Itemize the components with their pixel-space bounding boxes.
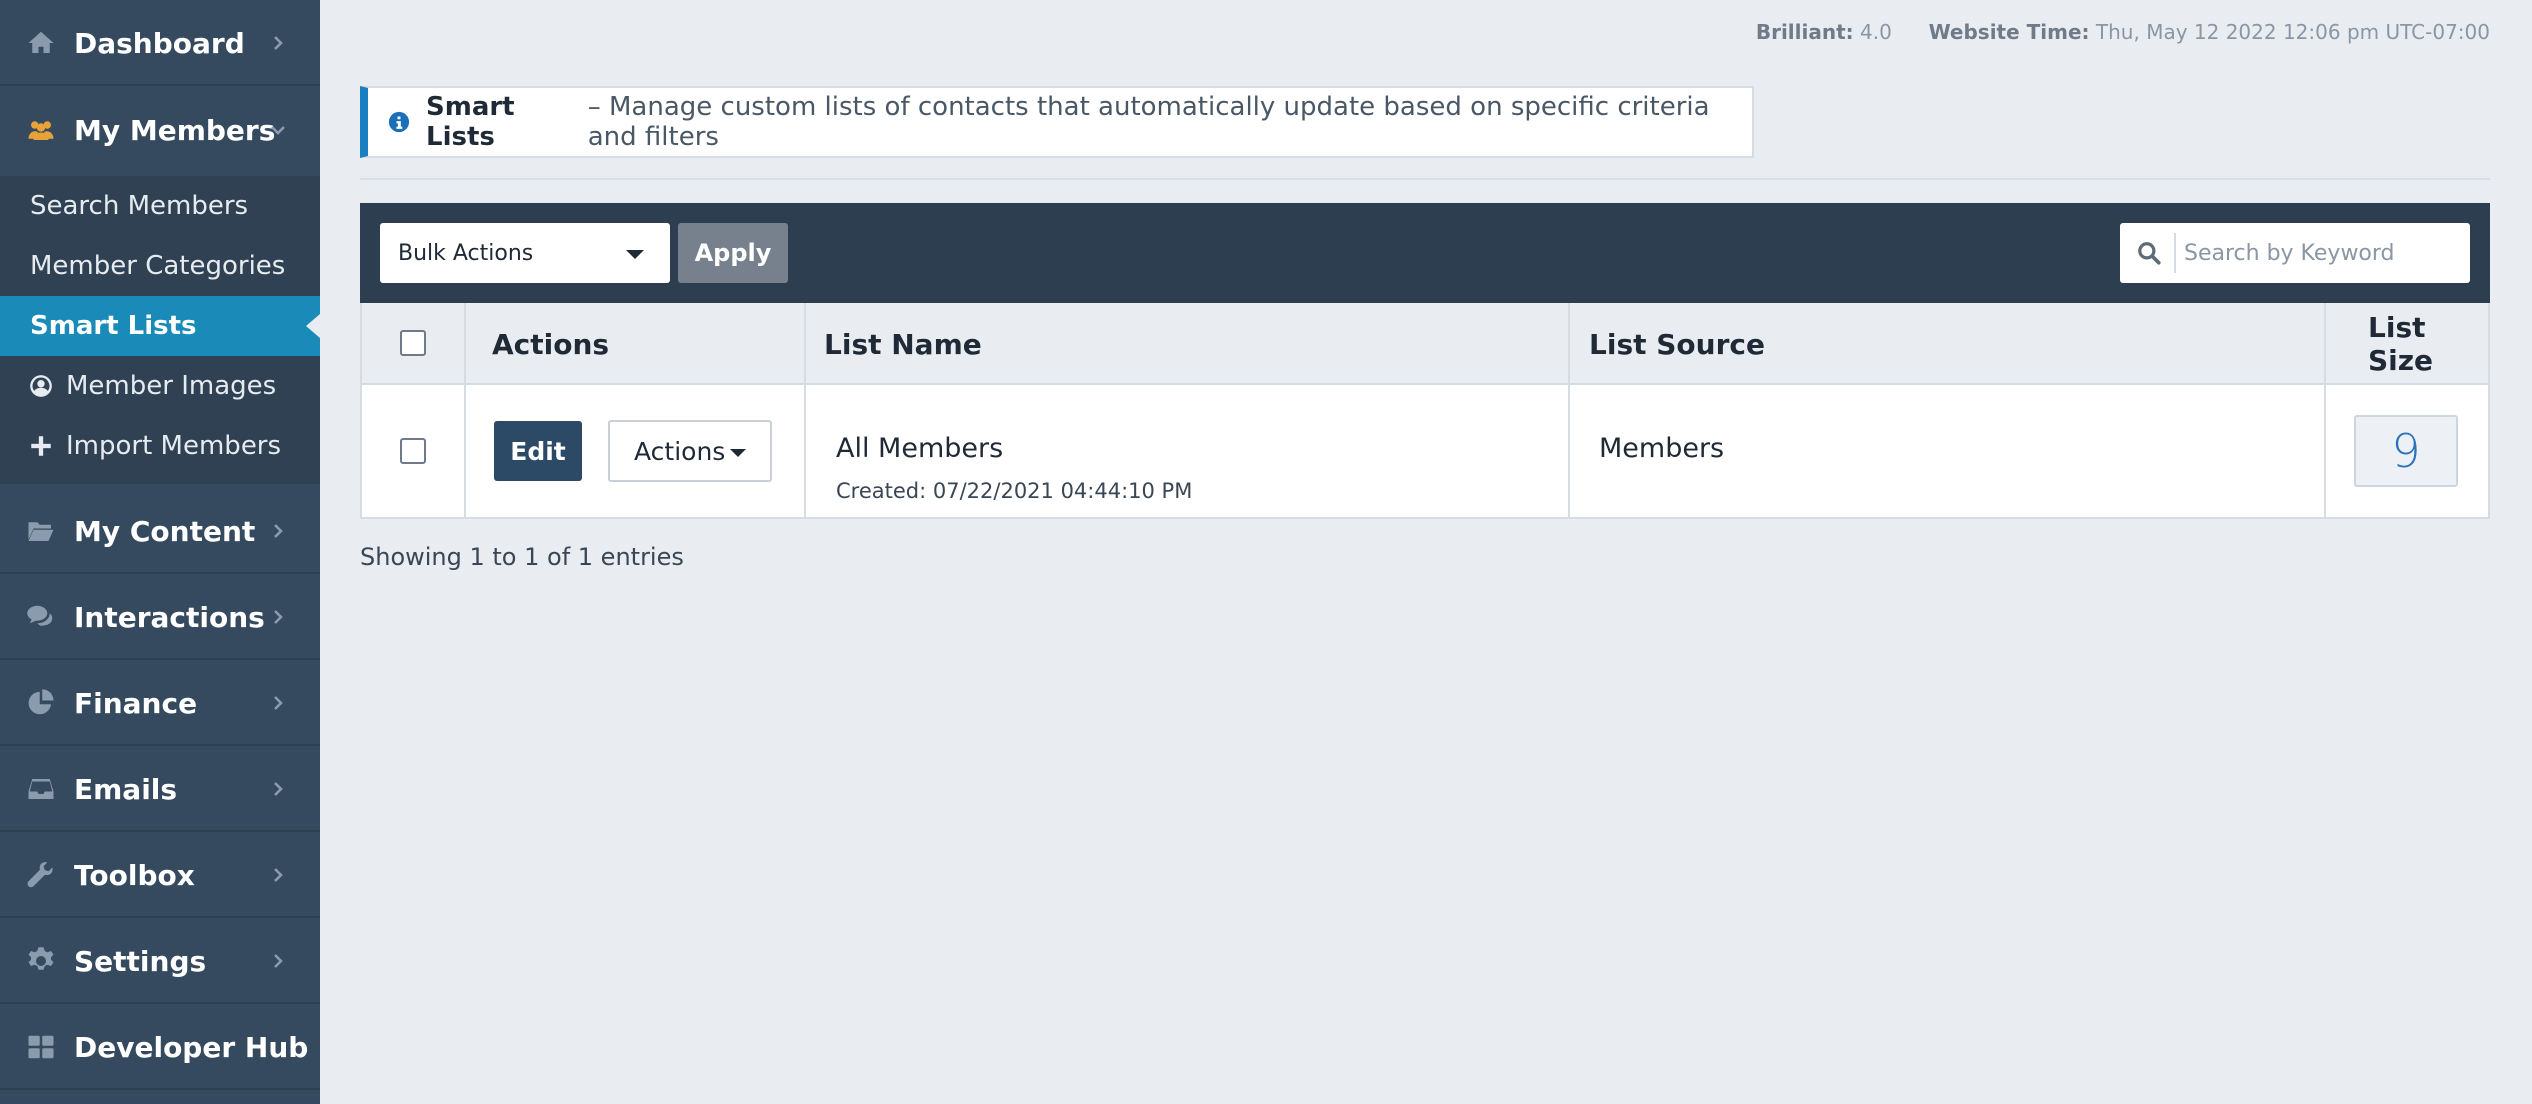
nav-label: My Members xyxy=(74,113,276,147)
sub-item-label: Search Members xyxy=(30,191,249,221)
column-header-actions: Actions xyxy=(492,327,610,361)
sub-item-member-images[interactable]: Member Images xyxy=(0,356,320,416)
search-box xyxy=(2120,223,2470,283)
sub-item-label: Member Images xyxy=(66,371,277,401)
nav-item-toolbox[interactable]: Toolbox xyxy=(0,834,320,918)
nav-item-interactions[interactable]: Interactions xyxy=(0,576,320,660)
list-size-badge[interactable]: 9 xyxy=(2354,415,2458,487)
banner-title: Smart Lists xyxy=(426,92,515,152)
nav-item-settings[interactable]: Settings xyxy=(0,920,320,1004)
chevron-right-icon xyxy=(268,865,288,885)
sub-item-search-members[interactable]: Search Members xyxy=(0,176,320,236)
folder-icon xyxy=(26,516,56,546)
chevron-right-icon xyxy=(268,951,288,971)
nav-item-my-content[interactable]: My Content xyxy=(0,490,320,574)
select-all-checkbox[interactable] xyxy=(400,330,426,356)
comments-icon xyxy=(26,602,56,632)
row-actions-label: Actions xyxy=(634,436,726,466)
smart-lists-table: Actions List Name List Source List Size … xyxy=(360,303,2490,519)
divider xyxy=(360,178,2490,180)
nav-item-my-members[interactable]: My Members xyxy=(0,88,320,172)
entries-info: Showing 1 to 1 of 1 entries xyxy=(360,543,684,571)
search-icon xyxy=(2136,240,2162,266)
table-toolbar: Bulk Actions Apply xyxy=(360,203,2490,303)
info-icon xyxy=(388,111,410,133)
row-checkbox[interactable] xyxy=(400,438,426,464)
row-actions-dropdown[interactable]: Actions xyxy=(608,420,772,482)
chevron-down-icon xyxy=(268,120,288,140)
chevron-right-icon xyxy=(268,607,288,627)
gear-icon xyxy=(26,946,56,976)
chevron-right-icon xyxy=(268,33,288,53)
sub-item-label: Import Members xyxy=(66,431,282,461)
users-icon xyxy=(26,115,56,145)
website-time-label: Website Time: xyxy=(1928,20,2090,44)
edit-button[interactable]: Edit xyxy=(494,421,582,481)
user-circle-icon xyxy=(28,373,54,399)
nav-item-emails[interactable]: Emails xyxy=(0,748,320,832)
chevron-right-icon xyxy=(268,693,288,713)
wrench-icon xyxy=(26,860,56,890)
grid-icon xyxy=(26,1032,56,1062)
sub-item-smart-lists[interactable]: Smart Lists xyxy=(0,296,320,356)
chevron-right-icon xyxy=(268,521,288,541)
website-time-value: Thu, May 12 2022 12:06 pm UTC-07:00 xyxy=(2095,20,2490,44)
inbox-icon xyxy=(26,774,56,804)
list-name[interactable]: All Members xyxy=(836,433,1003,464)
column-header-list-source[interactable]: List Source xyxy=(1589,303,1765,385)
nav-item-dashboard[interactable]: Dashboard xyxy=(0,2,320,86)
chevron-right-icon xyxy=(268,779,288,799)
nav-label: Toolbox xyxy=(74,858,195,892)
nav-item-developer-hub[interactable]: Developer Hub xyxy=(0,1006,320,1090)
caret-down-icon xyxy=(730,449,746,457)
nav-label: Interactions xyxy=(74,600,265,634)
caret-down-icon xyxy=(626,250,644,259)
bulk-actions-label: Bulk Actions xyxy=(398,240,534,266)
plus-icon xyxy=(28,433,54,459)
nav-label: Settings xyxy=(74,944,207,978)
members-submenu: Search Members Member Categories Smart L… xyxy=(0,176,320,484)
nav-label: Emails xyxy=(74,772,178,806)
column-header-list-name[interactable]: List Name xyxy=(824,303,982,385)
sub-item-label: Smart Lists xyxy=(30,311,197,341)
pie-chart-icon xyxy=(26,688,56,718)
version-label: Brilliant: xyxy=(1755,20,1854,44)
list-source: Members xyxy=(1599,433,1725,464)
nav-label: Developer Hub xyxy=(74,1030,309,1064)
nav-label: Dashboard xyxy=(74,26,245,60)
apply-button[interactable]: Apply xyxy=(678,223,788,283)
sub-item-import-members[interactable]: Import Members xyxy=(0,416,320,476)
version-value: 4.0 xyxy=(1860,20,1892,44)
home-icon xyxy=(26,28,56,58)
nav-item-finance[interactable]: Finance xyxy=(0,662,320,746)
search-input[interactable] xyxy=(2184,231,2460,275)
list-created-date: Created: 07/22/2021 04:44:10 PM xyxy=(836,479,1193,503)
info-banner: Smart Lists – Manage custom lists of con… xyxy=(360,86,1754,158)
nav-label: My Content xyxy=(74,514,256,548)
column-header-list-size[interactable]: List Size xyxy=(2368,303,2488,385)
sub-item-member-categories[interactable]: Member Categories xyxy=(0,236,320,296)
sidebar: Dashboard My Members Search Members Memb… xyxy=(0,0,320,1104)
bulk-actions-select[interactable]: Bulk Actions xyxy=(380,223,670,283)
sub-item-label: Member Categories xyxy=(30,251,286,281)
header-meta: Brilliant: 4.0 Website Time: Thu, May 12… xyxy=(1756,20,2490,44)
banner-description: – Manage custom lists of contacts that a… xyxy=(587,92,1710,152)
table-header: Actions List Name List Source List Size xyxy=(362,303,2488,385)
nav-label: Finance xyxy=(74,686,198,720)
